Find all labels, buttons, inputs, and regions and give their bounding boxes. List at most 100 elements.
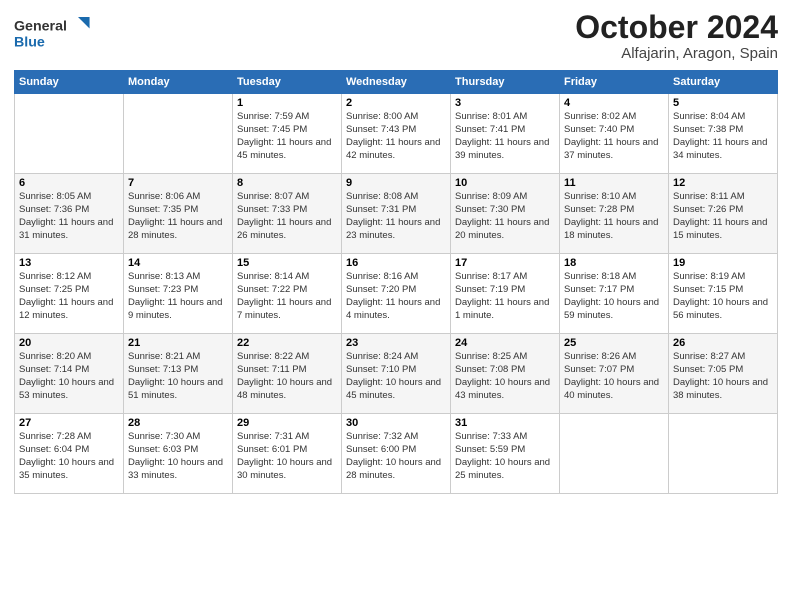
day-detail: Sunrise: 8:12 AM Sunset: 7:25 PM Dayligh… [19,271,119,322]
day-number: 15 [237,257,337,269]
day-number: 19 [673,257,773,269]
day-detail: Sunrise: 8:20 AM Sunset: 7:14 PM Dayligh… [19,351,119,402]
day-detail: Sunrise: 8:11 AM Sunset: 7:26 PM Dayligh… [673,191,773,242]
day-number: 5 [673,97,773,109]
calendar-cell: 10 Sunrise: 8:09 AM Sunset: 7:30 PM Dayli… [451,174,560,254]
page-container: General Blue October 2024 Alfajarin, Ara… [0,0,792,500]
calendar-cell: 15 Sunrise: 8:14 AM Sunset: 7:22 PM Dayli… [233,254,342,334]
calendar-cell: 1Sunrise: 7:59 AM Sunset: 7:45 PM Daylig… [233,94,342,174]
day-number: 8 [237,177,337,189]
day-detail: Sunrise: 7:30 AM Sunset: 6:03 PM Dayligh… [128,431,228,482]
calendar-cell: 6 Sunrise: 8:05 AM Sunset: 7:36 PM Daylig… [15,174,124,254]
day-detail: Sunrise: 8:14 AM Sunset: 7:22 PM Dayligh… [237,271,337,322]
day-detail: Sunrise: 8:22 AM Sunset: 7:11 PM Dayligh… [237,351,337,402]
calendar-cell: 25 Sunrise: 8:26 AM Sunset: 7:07 PM Dayli… [560,334,669,414]
day-detail: Sunrise: 7:31 AM Sunset: 6:01 PM Dayligh… [237,431,337,482]
day-detail: Sunrise: 8:17 AM Sunset: 7:19 PM Dayligh… [455,271,555,322]
day-number: 13 [19,257,119,269]
header-friday: Friday [560,71,669,94]
day-number: 29 [237,417,337,429]
calendar-cell [560,414,669,494]
day-detail: Sunrise: 8:07 AM Sunset: 7:33 PM Dayligh… [237,191,337,242]
day-number: 28 [128,417,228,429]
day-number: 7 [128,177,228,189]
calendar-week-row: 6 Sunrise: 8:05 AM Sunset: 7:36 PM Daylig… [15,174,778,254]
svg-text:Blue: Blue [14,34,45,50]
calendar-cell: 14Sunrise: 8:13 AM Sunset: 7:23 PM Dayli… [124,254,233,334]
day-detail: Sunrise: 8:21 AM Sunset: 7:13 PM Dayligh… [128,351,228,402]
day-number: 6 [19,177,119,189]
header-sunday: Sunday [15,71,124,94]
day-detail: Sunrise: 7:33 AM Sunset: 5:59 PM Dayligh… [455,431,555,482]
calendar-cell: 13 Sunrise: 8:12 AM Sunset: 7:25 PM Dayli… [15,254,124,334]
day-number: 22 [237,337,337,349]
day-detail: Sunrise: 7:28 AM Sunset: 6:04 PM Dayligh… [19,431,119,482]
calendar-cell: 19 Sunrise: 8:19 AM Sunset: 7:15 PM Dayli… [669,254,778,334]
day-number: 26 [673,337,773,349]
calendar-cell: 24 Sunrise: 8:25 AM Sunset: 7:08 PM Dayli… [451,334,560,414]
calendar-cell: 21 Sunrise: 8:21 AM Sunset: 7:13 PM Dayli… [124,334,233,414]
calendar-cell: 5Sunrise: 8:04 AM Sunset: 7:38 PM Daylig… [669,94,778,174]
day-number: 11 [564,177,664,189]
calendar-cell: 31Sunrise: 7:33 AM Sunset: 5:59 PM Dayli… [451,414,560,494]
logo: General Blue [14,10,94,55]
day-detail: Sunrise: 8:00 AM Sunset: 7:43 PM Dayligh… [346,111,446,162]
calendar-cell: 26 Sunrise: 8:27 AM Sunset: 7:05 PM Dayli… [669,334,778,414]
day-number: 9 [346,177,446,189]
day-number: 24 [455,337,555,349]
calendar-location: Alfajarin, Aragon, Spain [575,45,778,62]
header-wednesday: Wednesday [342,71,451,94]
day-number: 23 [346,337,446,349]
day-number: 27 [19,417,119,429]
header-tuesday: Tuesday [233,71,342,94]
day-number: 3 [455,97,555,109]
day-detail: Sunrise: 8:16 AM Sunset: 7:20 PM Dayligh… [346,271,446,322]
calendar-cell: 12 Sunrise: 8:11 AM Sunset: 7:26 PM Dayli… [669,174,778,254]
day-detail: Sunrise: 8:05 AM Sunset: 7:36 PM Dayligh… [19,191,119,242]
calendar-title: October 2024 [575,10,778,45]
calendar-cell: 23Sunrise: 8:24 AM Sunset: 7:10 PM Dayli… [342,334,451,414]
day-detail: Sunrise: 8:26 AM Sunset: 7:07 PM Dayligh… [564,351,664,402]
day-number: 10 [455,177,555,189]
day-detail: Sunrise: 8:02 AM Sunset: 7:40 PM Dayligh… [564,111,664,162]
day-detail: Sunrise: 8:09 AM Sunset: 7:30 PM Dayligh… [455,191,555,242]
day-number: 12 [673,177,773,189]
calendar-cell: 8 Sunrise: 8:07 AM Sunset: 7:33 PM Daylig… [233,174,342,254]
day-number: 20 [19,337,119,349]
day-number: 25 [564,337,664,349]
calendar-cell: 4 Sunrise: 8:02 AM Sunset: 7:40 PM Daylig… [560,94,669,174]
day-number: 18 [564,257,664,269]
calendar-cell: 17 Sunrise: 8:17 AM Sunset: 7:19 PM Dayli… [451,254,560,334]
calendar-week-row: 13 Sunrise: 8:12 AM Sunset: 7:25 PM Dayli… [15,254,778,334]
day-detail: Sunrise: 8:25 AM Sunset: 7:08 PM Dayligh… [455,351,555,402]
day-number: 1 [237,97,337,109]
day-detail: Sunrise: 8:10 AM Sunset: 7:28 PM Dayligh… [564,191,664,242]
day-number: 14 [128,257,228,269]
day-detail: Sunrise: 8:27 AM Sunset: 7:05 PM Dayligh… [673,351,773,402]
day-detail: Sunrise: 7:32 AM Sunset: 6:00 PM Dayligh… [346,431,446,482]
header: General Blue October 2024 Alfajarin, Ara… [14,10,778,62]
calendar-cell: 9Sunrise: 8:08 AM Sunset: 7:31 PM Daylig… [342,174,451,254]
calendar-body: 1Sunrise: 7:59 AM Sunset: 7:45 PM Daylig… [15,94,778,494]
calendar-cell: 7 Sunrise: 8:06 AM Sunset: 7:35 PM Daylig… [124,174,233,254]
day-detail: Sunrise: 8:19 AM Sunset: 7:15 PM Dayligh… [673,271,773,322]
calendar-cell: 3 Sunrise: 8:01 AM Sunset: 7:41 PM Daylig… [451,94,560,174]
header-thursday: Thursday [451,71,560,94]
calendar-table: Sunday Monday Tuesday Wednesday Thursday… [14,70,778,494]
svg-text:General: General [14,18,67,34]
calendar-cell: 11 Sunrise: 8:10 AM Sunset: 7:28 PM Dayli… [560,174,669,254]
calendar-header: Sunday Monday Tuesday Wednesday Thursday… [15,71,778,94]
day-number: 2 [346,97,446,109]
day-number: 16 [346,257,446,269]
calendar-week-row: 20 Sunrise: 8:20 AM Sunset: 7:14 PM Dayli… [15,334,778,414]
day-number: 4 [564,97,664,109]
calendar-cell: 16 Sunrise: 8:16 AM Sunset: 7:20 PM Dayli… [342,254,451,334]
day-number: 17 [455,257,555,269]
day-detail: Sunrise: 8:01 AM Sunset: 7:41 PM Dayligh… [455,111,555,162]
day-number: 21 [128,337,228,349]
calendar-cell: 18Sunrise: 8:18 AM Sunset: 7:17 PM Dayli… [560,254,669,334]
calendar-cell: 29 Sunrise: 7:31 AM Sunset: 6:01 PM Dayli… [233,414,342,494]
calendar-cell: 30Sunrise: 7:32 AM Sunset: 6:00 PM Dayli… [342,414,451,494]
day-detail: Sunrise: 8:06 AM Sunset: 7:35 PM Dayligh… [128,191,228,242]
calendar-week-row: 27 Sunrise: 7:28 AM Sunset: 6:04 PM Dayli… [15,414,778,494]
